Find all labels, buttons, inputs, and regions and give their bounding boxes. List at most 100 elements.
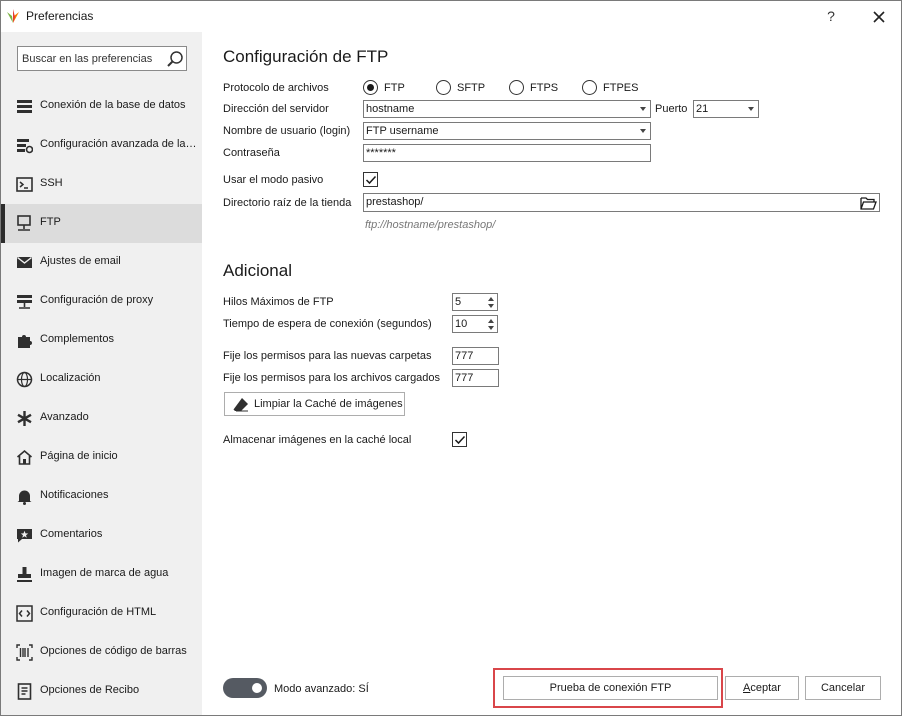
sidebar-item-advanced[interactable]: Avanzado xyxy=(1,399,202,438)
sidebar-item-advanced-database[interactable]: Configuración avanzada de la base de dat… xyxy=(1,126,202,165)
search-input[interactable] xyxy=(18,47,163,70)
passive-mode-label: Usar el modo pasivo xyxy=(223,174,324,186)
sidebar-item-watermark[interactable]: Imagen de marca de agua xyxy=(1,555,202,594)
database-icon xyxy=(17,100,32,113)
sidebar-item-label: Comentarios xyxy=(40,528,103,540)
envelope-icon xyxy=(17,256,32,268)
sidebar-item-label: FTP xyxy=(40,216,61,228)
local-cache-label: Almacenar imágenes en la caché local xyxy=(223,434,412,446)
sidebar-item-comments[interactable]: Comentarios xyxy=(1,516,202,555)
ftp-icon xyxy=(17,215,31,231)
root-dir-value: prestashop/ xyxy=(366,196,424,208)
globe-icon xyxy=(16,371,33,388)
sidebar-item-label: SSH xyxy=(40,177,63,189)
sidebar-item-label: Configuración de proxy xyxy=(40,294,154,306)
puzzle-icon xyxy=(18,335,32,348)
file-permissions-field[interactable]: 777 xyxy=(452,369,499,387)
file-permissions-value: 777 xyxy=(455,372,474,384)
check-icon xyxy=(365,175,377,185)
spin-down-icon[interactable] xyxy=(488,326,494,330)
chevron-down-icon[interactable] xyxy=(640,107,646,111)
additional-section-title: Adicional xyxy=(223,261,292,280)
protocol-ftps-label[interactable]: FTPS xyxy=(530,82,558,94)
barcode-icon xyxy=(16,644,33,661)
advanced-mode-toggle[interactable] xyxy=(223,678,267,698)
protocol-ftps-radio[interactable] xyxy=(509,80,524,95)
username-combo[interactable]: FTP username xyxy=(363,122,651,140)
timeout-spinner[interactable]: 10 xyxy=(452,315,498,333)
timeout-label: Tiempo de espera de conexión (segundos) xyxy=(223,318,432,330)
server-combo[interactable]: hostname xyxy=(363,100,651,118)
sidebar-item-ftp[interactable]: FTP xyxy=(1,204,202,243)
sidebar-item-html[interactable]: Configuración de HTML xyxy=(1,594,202,633)
protocol-sftp-label[interactable]: SFTP xyxy=(457,82,485,94)
max-threads-spinner[interactable]: 5 xyxy=(452,293,498,311)
sidebar-item-label: Avanzado xyxy=(40,411,89,423)
comment-star-icon xyxy=(17,529,32,543)
search-box[interactable] xyxy=(17,46,187,71)
close-icon[interactable] xyxy=(869,7,889,27)
sidebar-item-home[interactable]: Página de inicio xyxy=(1,438,202,477)
sidebar-item-label: Ajustes de email xyxy=(40,255,121,267)
accept-button[interactable]: Aceptar xyxy=(725,676,799,700)
sidebar-item-label: Imagen de marca de agua xyxy=(40,567,169,579)
sidebar-item-email[interactable]: Ajustes de email xyxy=(1,243,202,282)
clear-image-cache-button[interactable]: Limpiar la Caché de imágenes xyxy=(224,392,405,416)
check-icon xyxy=(454,435,466,445)
spin-up-icon[interactable] xyxy=(488,297,494,301)
root-dir-label: Directorio raíz de la tienda xyxy=(223,197,352,209)
chevron-down-icon[interactable] xyxy=(640,129,646,133)
sidebar-item-localization[interactable]: Localización xyxy=(1,360,202,399)
title-bar: Preferencias ? xyxy=(1,1,901,32)
sidebar-item-label: Notificaciones xyxy=(40,489,109,501)
local-cache-checkbox[interactable] xyxy=(452,432,467,447)
folder-permissions-field[interactable]: 777 xyxy=(452,347,499,365)
sidebar-item-label: Configuración de HTML xyxy=(40,606,157,618)
home-icon xyxy=(16,449,33,465)
help-button[interactable]: ? xyxy=(825,8,837,24)
protocol-label: Protocolo de archivos xyxy=(223,82,329,94)
sidebar-item-database[interactable]: Conexión de la base de datos xyxy=(1,87,202,126)
sidebar-item-proxy[interactable]: Configuración de proxy xyxy=(1,282,202,321)
accept-label: ceptar xyxy=(750,682,781,694)
cancel-button[interactable]: Cancelar xyxy=(805,676,881,700)
window-title: Preferencias xyxy=(26,9,94,23)
passive-mode-checkbox[interactable] xyxy=(363,172,378,187)
protocol-ftp-radio[interactable] xyxy=(363,80,378,95)
root-dir-field[interactable]: prestashop/ xyxy=(363,193,880,212)
protocol-ftp-label[interactable]: FTP xyxy=(384,82,405,94)
advanced-mode-label: Modo avanzado: SÍ xyxy=(274,683,369,695)
test-ftp-connection-button[interactable]: Prueba de conexión FTP xyxy=(503,676,718,700)
spin-down-icon[interactable] xyxy=(488,304,494,308)
sidebar-item-receipt[interactable]: Opciones de Recibo xyxy=(1,672,202,711)
file-permissions-label: Fije los permisos para los archivos carg… xyxy=(223,372,441,384)
server-value: hostname xyxy=(366,103,415,115)
password-field[interactable]: ******* xyxy=(363,144,651,162)
sidebar-item-label: Complementos xyxy=(40,333,114,345)
sidebar-item-ssh[interactable]: SSH xyxy=(1,165,202,204)
chevron-down-icon[interactable] xyxy=(748,107,754,111)
search-icon[interactable] xyxy=(166,50,184,68)
port-combo[interactable]: 21 xyxy=(693,100,759,118)
folder-open-icon[interactable] xyxy=(860,196,877,210)
username-value: FTP username xyxy=(366,125,439,137)
sidebar: Conexión de la base de datos Configuraci… xyxy=(1,32,202,715)
clear-image-cache-label: Limpiar la Caché de imágenes xyxy=(254,398,403,410)
sidebar-item-label: Página de inicio xyxy=(40,450,118,462)
spin-up-icon[interactable] xyxy=(488,319,494,323)
bell-icon xyxy=(17,490,32,505)
sidebar-item-notifications[interactable]: Notificaciones xyxy=(1,477,202,516)
sidebar-item-addons[interactable]: Complementos xyxy=(1,321,202,360)
sidebar-item-barcode[interactable]: Opciones de código de barras xyxy=(1,633,202,672)
asterisk-icon xyxy=(17,411,32,426)
proxy-icon xyxy=(17,295,32,309)
max-threads-label: Hilos Máximos de FTP xyxy=(223,296,334,308)
username-label: Nombre de usuario (login) xyxy=(223,125,351,137)
protocol-sftp-radio[interactable] xyxy=(436,80,451,95)
receipt-icon xyxy=(17,683,32,700)
folder-permissions-label: Fije los permisos para las nuevas carpet… xyxy=(223,350,432,362)
preferences-window: Preferencias ? Conexión de la base de da… xyxy=(0,0,902,716)
protocol-ftpes-label[interactable]: FTPES xyxy=(603,82,638,94)
protocol-ftpes-radio[interactable] xyxy=(582,80,597,95)
timeout-value: 10 xyxy=(455,318,468,330)
